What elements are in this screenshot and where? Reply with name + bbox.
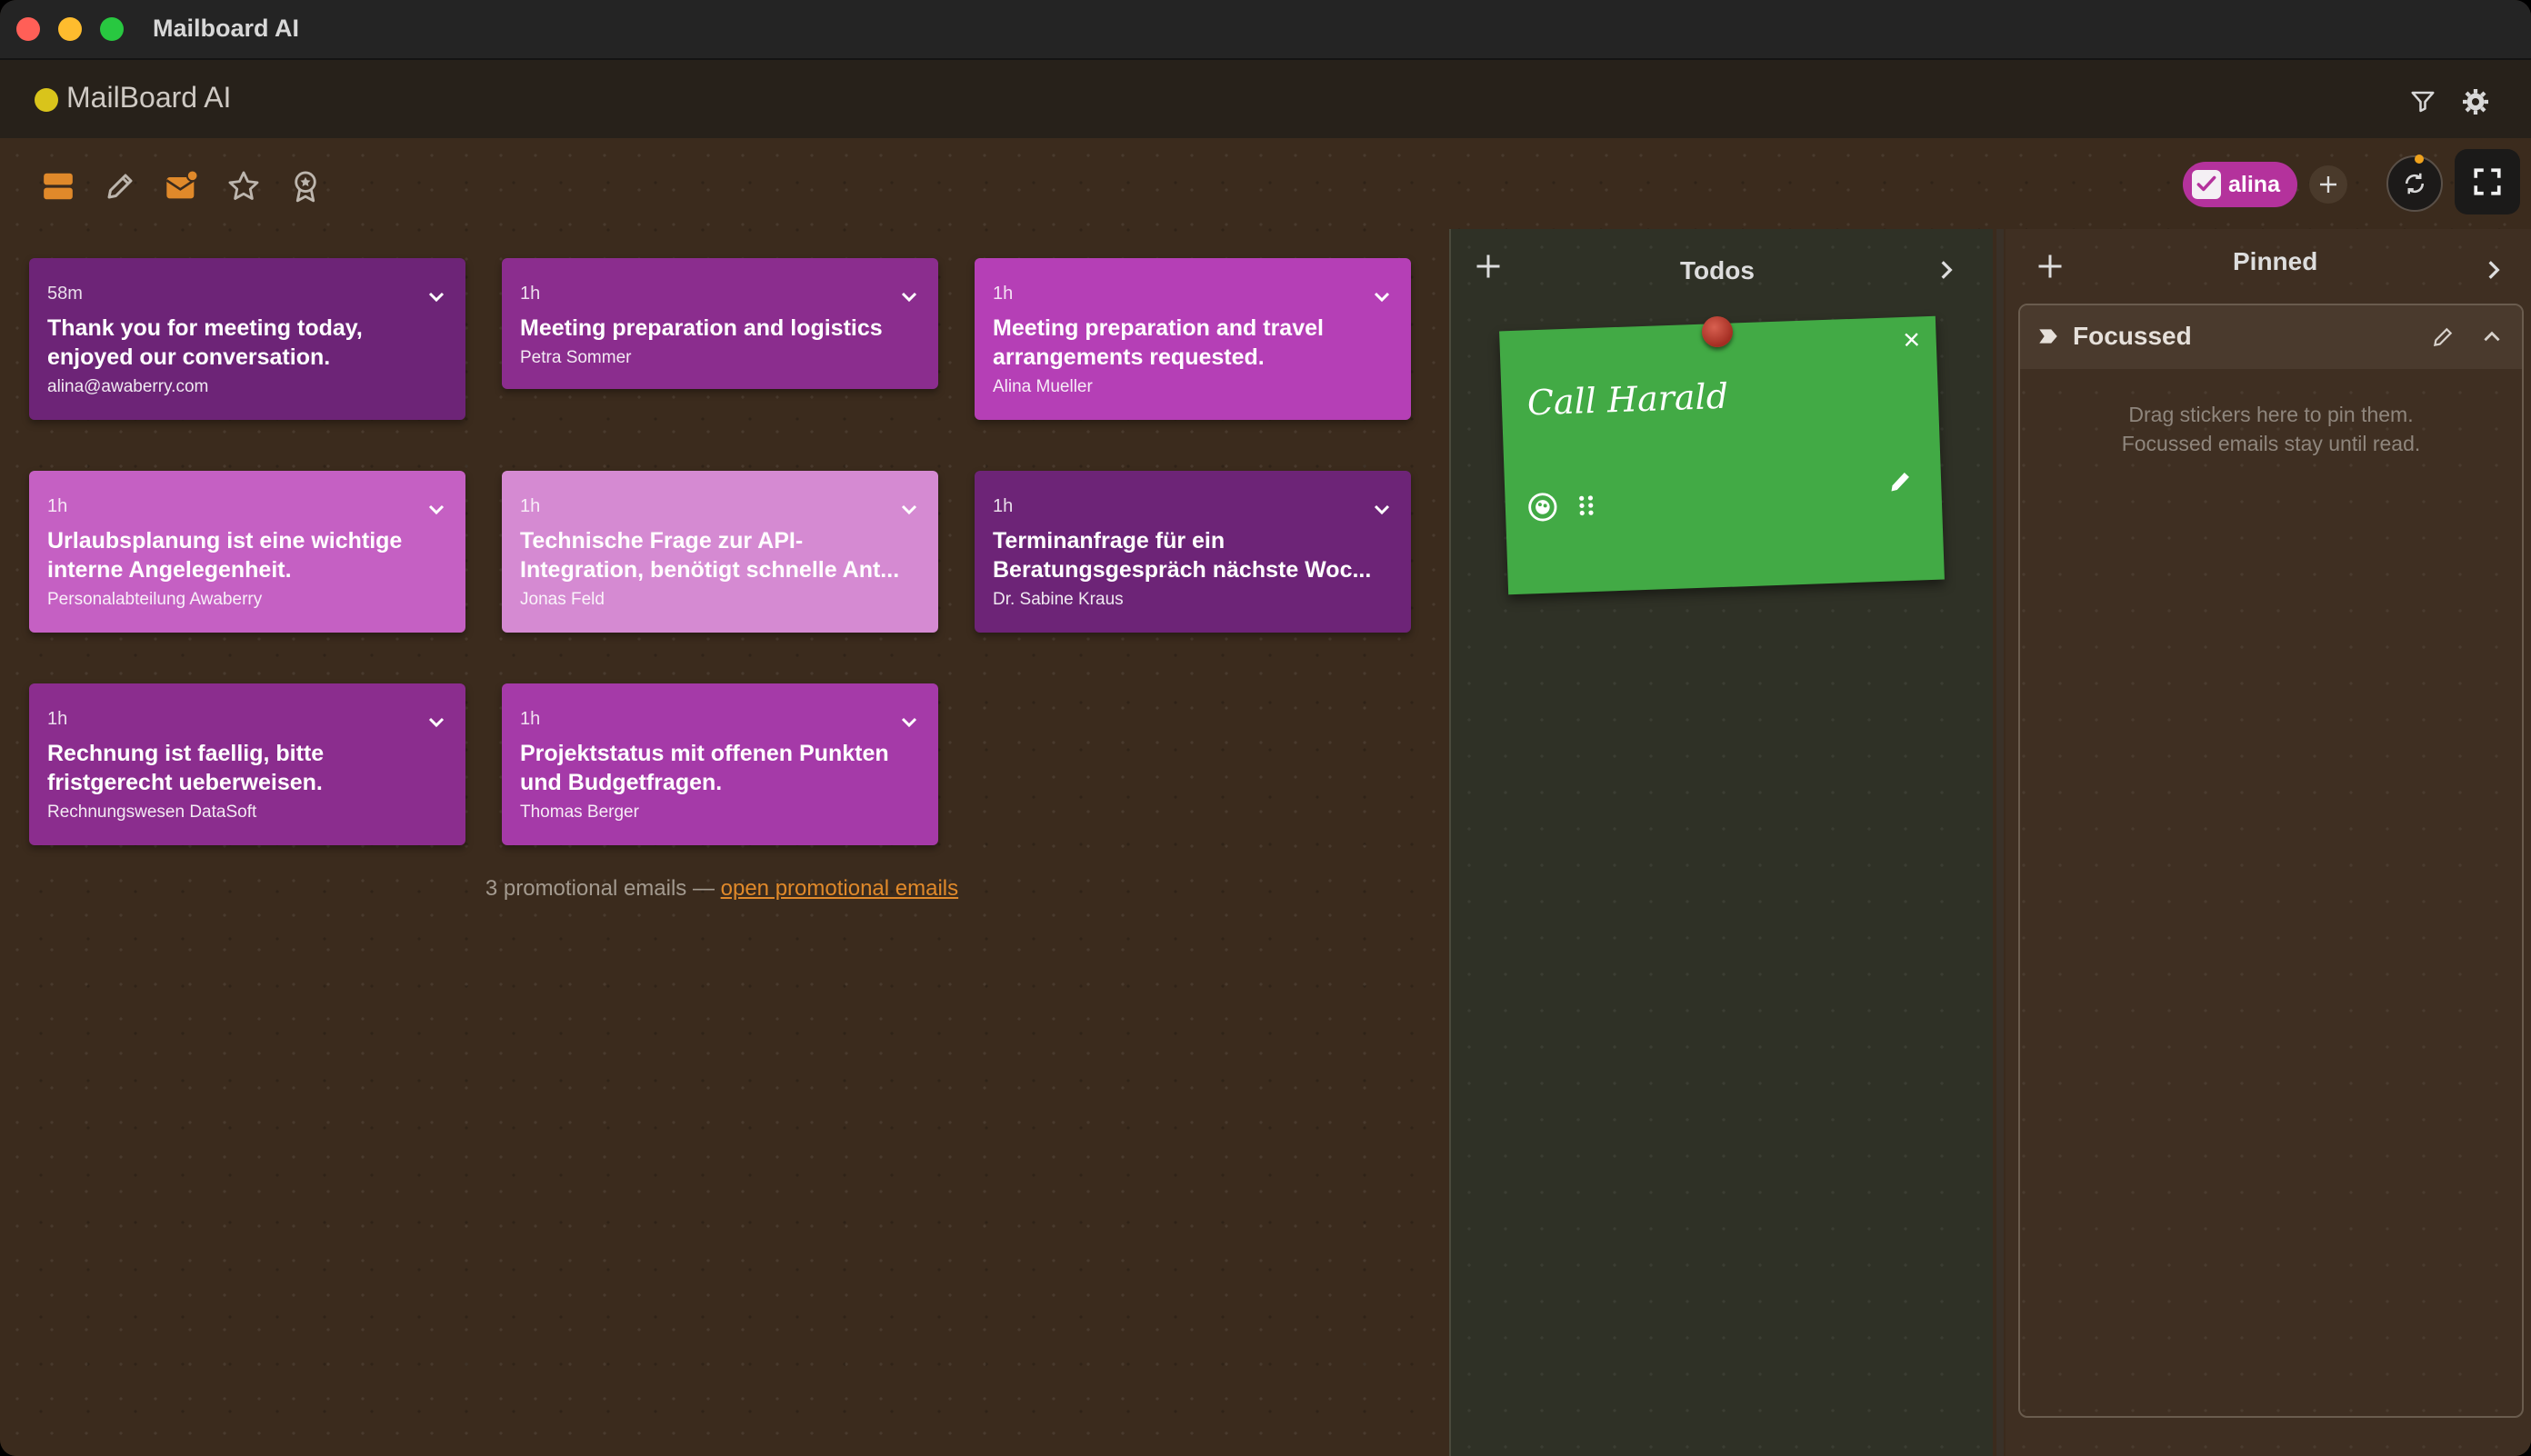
brand-name: MailBoard AI (66, 81, 232, 114)
edit-pencil-icon[interactable] (2431, 325, 2455, 349)
promo-text: 3 promotional emails — (485, 876, 715, 901)
brand-logo-dot (35, 88, 58, 112)
focussed-drop-zone[interactable] (2018, 304, 2524, 1418)
add-todo-button[interactable] (1475, 253, 1502, 280)
email-subject: Technische Frage zur API-Integration, be… (520, 528, 900, 583)
email-card[interactable]: 1h Meeting preparation and travel arrang… (975, 258, 1411, 420)
email-subject: Projektstatus mit offenen Punkten und Bu… (520, 741, 889, 795)
refresh-icon (2405, 173, 2425, 194)
email-card[interactable]: 58m Thank you for meeting today, enjoyed… (29, 258, 465, 420)
email-card[interactable]: 1h Meeting preparation and logistics Pet… (502, 258, 938, 389)
account-chip-alina[interactable]: alina (2183, 162, 2297, 207)
hint-line: Drag stickers here to pin them. (2128, 403, 2414, 426)
hint-line: Focussed emails stay until read. (2121, 432, 2421, 455)
email-card[interactable]: 1h Rechnung ist faellig, bitte fristgere… (29, 683, 465, 845)
email-sender: Petra Sommer (520, 348, 632, 367)
email-subject: Urlaubsplanung ist eine wichtige interne… (47, 528, 403, 583)
email-card[interactable]: 1h Terminanfrage für ein Beratungsgesprä… (975, 471, 1411, 633)
chevron-down-icon[interactable] (898, 498, 920, 520)
app-header (0, 60, 2531, 138)
app-window: Mailboard AI MailBoard AI alina 58m Than… (0, 0, 2531, 1456)
todos-title: Todos (1680, 256, 1755, 284)
account-name: alina (2228, 171, 2280, 197)
window-title: Mailboard AI (153, 15, 300, 42)
pencil-icon[interactable] (99, 165, 141, 207)
open-promotional-emails-link[interactable]: open promotional emails (721, 876, 958, 901)
drag-handle-icon[interactable] (1576, 494, 1596, 518)
email-sender: Alina Mueller (993, 377, 1093, 396)
email-card[interactable]: 1h Urlaubsplanung ist eine wichtige inte… (29, 471, 465, 633)
chevron-down-icon[interactable] (898, 285, 920, 307)
focussed-hint: Drag stickers here to pin them. Focussed… (2020, 400, 2522, 458)
star-icon[interactable] (223, 165, 265, 207)
chevron-up-icon[interactable] (2480, 325, 2504, 349)
email-time: 1h (47, 709, 68, 729)
label-tag-icon (2039, 329, 2057, 344)
email-time: 1h (993, 284, 1014, 304)
email-subject: Rechnung ist faellig, bitte fristgerecht… (47, 741, 325, 795)
chevron-down-icon[interactable] (425, 285, 447, 307)
settings-icon[interactable] (2457, 84, 2494, 120)
email-sender: Jonas Feld (520, 590, 605, 609)
email-time: 1h (520, 496, 541, 516)
add-account-button[interactable] (2309, 165, 2347, 204)
checkbox-icon (2192, 170, 2221, 199)
email-sender: Rechnungswesen DataSoft (47, 803, 257, 822)
email-time: 1h (520, 284, 541, 304)
email-subject: Thank you for meeting today, enjoyed our… (47, 315, 363, 370)
email-time: 1h (993, 496, 1014, 516)
email-time: 1h (520, 709, 541, 729)
email-time: 58m (47, 284, 83, 304)
chevron-down-icon[interactable] (425, 711, 447, 733)
chevron-down-icon[interactable] (1371, 498, 1393, 520)
plus-icon (2320, 176, 2336, 193)
email-subject: Terminanfrage für ein Beratungsgespräch … (993, 528, 1372, 583)
sticky-note[interactable]: Call Harald (1499, 315, 1945, 595)
chevron-down-icon[interactable] (1371, 285, 1393, 307)
email-time: 1h (47, 496, 68, 516)
zoom-window-button[interactable] (100, 17, 124, 41)
pushpin-icon (1702, 316, 1733, 347)
plus-icon (2038, 254, 2062, 278)
pinned-title: Pinned (2233, 247, 2318, 275)
fullscreen-button[interactable] (2455, 149, 2520, 214)
promotional-emails-notice: 3 promotional emails — open promotional … (0, 876, 1444, 902)
email-sender: alina@awaberry.com (47, 377, 209, 396)
sticky-note-text: Call Harald (1526, 375, 1729, 424)
minimize-window-button[interactable] (58, 17, 82, 41)
close-icon[interactable] (1901, 329, 1922, 350)
edit-pencil-icon[interactable] (1886, 468, 1915, 496)
chevron-right-icon[interactable] (1935, 258, 1958, 282)
email-sender: Dr. Sabine Kraus (993, 590, 1124, 609)
chevron-down-icon[interactable] (898, 711, 920, 733)
palette-icon[interactable] (1526, 491, 1558, 523)
add-pinned-button[interactable] (2036, 253, 2064, 280)
plus-icon (1476, 254, 1500, 278)
focussed-title: Focussed (2073, 322, 2192, 350)
sync-button[interactable] (2386, 155, 2443, 212)
chevron-down-icon[interactable] (425, 498, 447, 520)
title-bar (0, 0, 2531, 60)
email-card[interactable]: 1h Projektstatus mit offenen Punkten und… (502, 683, 938, 845)
email-subject: Meeting preparation and travel arrangeme… (993, 315, 1324, 370)
filter-icon[interactable] (2405, 84, 2441, 120)
email-sender: Personalabteilung Awaberry (47, 590, 263, 609)
expand-icon (2474, 168, 2501, 195)
email-sender: Thomas Berger (520, 803, 639, 822)
column-divider[interactable] (1996, 229, 2004, 1456)
award-icon[interactable] (285, 165, 326, 207)
close-window-button[interactable] (16, 17, 40, 41)
email-subject: Meeting preparation and logistics (520, 315, 883, 341)
chevron-right-icon[interactable] (2482, 258, 2506, 282)
sync-status-dot (2415, 155, 2424, 164)
mail-badge-icon[interactable] (161, 165, 203, 207)
stack-icon[interactable] (37, 165, 79, 207)
email-card[interactable]: 1h Technische Frage zur API-Integration,… (502, 471, 938, 633)
